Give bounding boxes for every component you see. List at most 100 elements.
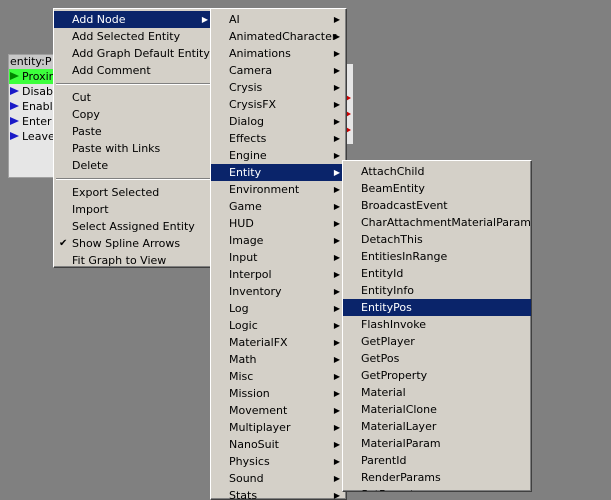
category-item-image[interactable]: Image ▶ — [211, 232, 346, 249]
category-item-game[interactable]: Game ▶ — [211, 198, 346, 215]
menu-item-show-spline-arrows[interactable]: ✔ Show Spline Arrows — [54, 235, 214, 252]
menu-item-add-selected-entity[interactable]: Add Selected Entity — [54, 28, 214, 45]
category-item-interpol[interactable]: Interpol ▶ — [211, 266, 346, 283]
menu-item-label: MaterialLayer — [361, 420, 437, 433]
category-item-log[interactable]: Log ▶ — [211, 300, 346, 317]
entity-node-item-charattachmentmaterialparam[interactable]: CharAttachmentMaterialParam — [343, 214, 531, 231]
category-item-crysisfx[interactable]: CrysisFX ▶ — [211, 96, 346, 113]
entity-node-item-renderparams[interactable]: RenderParams — [343, 469, 531, 486]
entity-node-item-attachchild[interactable]: AttachChild — [343, 163, 531, 180]
menu-item-label: Logic — [229, 319, 258, 332]
category-item-environment[interactable]: Environment ▶ — [211, 181, 346, 198]
submenu-arrow-icon: ▶ — [333, 15, 340, 24]
submenu-arrow-icon: ▶ — [333, 457, 340, 466]
category-item-dialog[interactable]: Dialog ▶ — [211, 113, 346, 130]
submenu-arrow-icon: ▶ — [333, 474, 340, 483]
entity-node-item-getpos[interactable]: GetPos — [343, 350, 531, 367]
menu-item-label: Inventory — [229, 285, 282, 298]
category-item-mission[interactable]: Mission ▶ — [211, 385, 346, 402]
menu-item-fit-graph-to-view[interactable]: Fit Graph to View — [54, 252, 214, 267]
category-item-nanosuit[interactable]: NanoSuit ▶ — [211, 436, 346, 453]
menu-separator — [56, 83, 212, 85]
menu-item-label: ParentId — [361, 454, 407, 467]
category-item-inventory[interactable]: Inventory ▶ — [211, 283, 346, 300]
entity-node-item-entityid[interactable]: EntityId — [343, 265, 531, 282]
submenu-arrow-icon: ▶ — [333, 100, 340, 109]
category-item-movement[interactable]: Movement ▶ — [211, 402, 346, 419]
category-item-physics[interactable]: Physics ▶ — [211, 453, 346, 470]
category-item-crysis[interactable]: Crysis ▶ — [211, 79, 346, 96]
entity-node-item-beamentity[interactable]: BeamEntity — [343, 180, 531, 197]
menu-item-add-graph-default-entity[interactable]: Add Graph Default Entity — [54, 45, 214, 62]
menu-item-label: Entity — [229, 166, 262, 179]
entity-node-item-material[interactable]: Material — [343, 384, 531, 401]
entity-node-item-parentid[interactable]: ParentId — [343, 452, 531, 469]
menu-item-label: Engine — [229, 149, 267, 162]
category-item-logic[interactable]: Logic ▶ — [211, 317, 346, 334]
submenu-arrow-icon: ▶ — [333, 321, 340, 330]
menu-item-label: EntitiesInRange — [361, 250, 448, 263]
category-item-effects[interactable]: Effects ▶ — [211, 130, 346, 147]
menu-item-paste[interactable]: Paste — [54, 123, 214, 140]
category-item-camera[interactable]: Camera ▶ — [211, 62, 346, 79]
graph-node-input-port[interactable]: Disabl — [9, 84, 59, 99]
entity-node-item-materialparam[interactable]: MaterialParam — [343, 435, 531, 452]
submenu-arrow-icon: ▶ — [333, 406, 340, 415]
category-item-animatedcharacter[interactable]: AnimatedCharacter ▶ — [211, 28, 346, 45]
menu-item-label: EntityId — [361, 267, 404, 280]
menu-item-label: Copy — [72, 108, 100, 121]
category-item-input[interactable]: Input ▶ — [211, 249, 346, 266]
entity-node-item-detachthis[interactable]: DetachThis — [343, 231, 531, 248]
menu-separator — [56, 178, 212, 180]
category-item-hud[interactable]: HUD ▶ — [211, 215, 346, 232]
menu-item-paste-with-links[interactable]: Paste with Links — [54, 140, 214, 157]
menu-item-add-node[interactable]: Add Node ▶ — [54, 11, 214, 28]
graph-node-input-port[interactable]: Proxim — [9, 69, 59, 84]
submenu-arrow-icon: ▶ — [201, 15, 208, 24]
category-item-sound[interactable]: Sound ▶ — [211, 470, 346, 487]
menu-item-export-selected[interactable]: Export Selected — [54, 184, 214, 201]
entity-node-item-materialclone[interactable]: MaterialClone — [343, 401, 531, 418]
submenu-arrow-icon: ▶ — [333, 202, 340, 211]
entity-node-item-materiallayer[interactable]: MaterialLayer — [343, 418, 531, 435]
menu-item-label: AttachChild — [361, 165, 425, 178]
menu-item-label: Dialog — [229, 115, 265, 128]
menu-item-copy[interactable]: Copy — [54, 106, 214, 123]
category-item-stats[interactable]: Stats ▶ — [211, 487, 346, 500]
menu-item-label: Movement — [229, 404, 288, 417]
checkmark-icon: ✔ — [59, 238, 68, 249]
menu-item-cut[interactable]: Cut — [54, 89, 214, 106]
entity-node-item-getplayer[interactable]: GetPlayer — [343, 333, 531, 350]
category-item-math[interactable]: Math ▶ — [211, 351, 346, 368]
graph-node-input-port[interactable]: Enter — [9, 114, 59, 129]
entity-node-item-entitiesinrange[interactable]: EntitiesInRange — [343, 248, 531, 265]
graph-node-input-port[interactable]: Enabl — [9, 99, 59, 114]
menu-item-label: Stats — [229, 489, 258, 500]
menu-item-add-comment[interactable]: Add Comment — [54, 62, 214, 79]
entity-node-item-getproperty[interactable]: GetProperty — [343, 367, 531, 384]
menu-item-label: CharAttachmentMaterialParam — [361, 216, 531, 229]
category-item-multiplayer[interactable]: Multiplayer ▶ — [211, 419, 346, 436]
submenu-arrow-icon: ▶ — [333, 134, 340, 143]
entity-node-item-entityinfo[interactable]: EntityInfo — [343, 282, 531, 299]
menu-item-delete[interactable]: Delete — [54, 157, 214, 174]
category-item-ai[interactable]: AI ▶ — [211, 11, 346, 28]
graph-node-input-port[interactable]: Leave — [9, 129, 59, 144]
category-item-entity[interactable]: Entity ▶ — [211, 164, 346, 181]
category-item-misc[interactable]: Misc ▶ — [211, 368, 346, 385]
entity-node-item-flashinvoke[interactable]: FlashInvoke — [343, 316, 531, 333]
menu-item-label: HUD — [229, 217, 254, 230]
entity-node-item-setparent[interactable]: SetParent — [343, 486, 531, 491]
menu-item-label: Game — [229, 200, 262, 213]
menu-item-select-assigned-entity[interactable]: Select Assigned Entity — [54, 218, 214, 235]
entity-node-item-broadcastevent[interactable]: BroadcastEvent — [343, 197, 531, 214]
menu-item-import[interactable]: Import — [54, 201, 214, 218]
entity-node-item-entitypos[interactable]: EntityPos — [343, 299, 531, 316]
menu-item-label: Image — [229, 234, 264, 247]
menu-item-label: Misc — [229, 370, 254, 383]
category-item-materialfx[interactable]: MaterialFX ▶ — [211, 334, 346, 351]
menu-item-label: Log — [229, 302, 249, 315]
menu-item-label: GetPos — [361, 352, 400, 365]
category-item-engine[interactable]: Engine ▶ — [211, 147, 346, 164]
category-item-animations[interactable]: Animations ▶ — [211, 45, 346, 62]
